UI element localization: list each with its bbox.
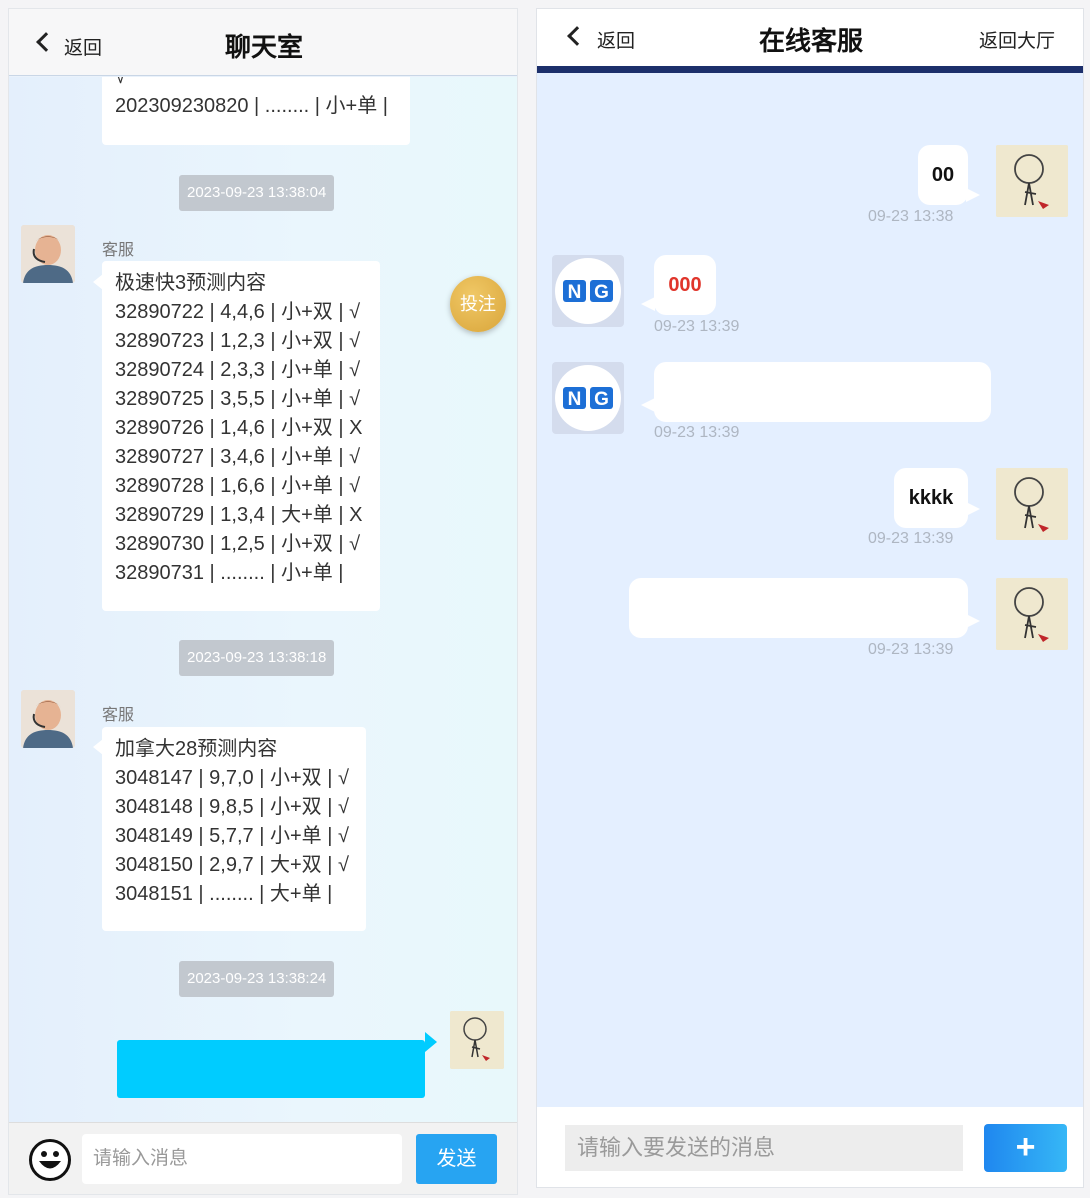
page-title: 聊天室: [224, 32, 303, 62]
message-bubble: [654, 362, 991, 422]
message-line: 32890731 | ........ | 小+单 |: [115, 562, 344, 584]
input-bar: 请输入要发送的消息 +: [537, 1107, 1083, 1187]
header-divider: [537, 66, 1083, 73]
message-input[interactable]: 请输入消息: [82, 1134, 402, 1184]
svg-text:G: G: [594, 389, 609, 410]
agent-avatar[interactable]: [21, 225, 75, 283]
svg-text:G: G: [594, 282, 609, 303]
sender-name: 客服: [102, 707, 135, 724]
bubble-tail: [641, 398, 655, 412]
user-avatar[interactable]: [996, 145, 1068, 217]
message-line: 32890726 | 1,4,6 | 小+双 | X: [115, 417, 363, 439]
message-line: 32890728 | 1,6,6 | 小+单 | √: [115, 475, 361, 497]
agent-avatar[interactable]: N G: [552, 362, 624, 434]
bubble-tail: [966, 614, 980, 628]
agent-avatar[interactable]: N G: [552, 255, 624, 327]
message-time: 09-23 13:38: [868, 208, 954, 225]
emoji-icon[interactable]: [29, 1139, 71, 1181]
user-avatar[interactable]: [996, 468, 1068, 540]
timestamp-text: 2023-09-23 13:38:18: [179, 640, 335, 676]
timestamp-pill: 2023-09-23 13:38:04: [179, 175, 335, 211]
svg-text:N: N: [568, 389, 582, 410]
send-button[interactable]: 发送: [416, 1134, 497, 1184]
ng-logo-icon: N G: [555, 258, 621, 324]
sender-name: 客服: [102, 242, 135, 259]
message-line: 32890727 | 3,4,6 | 小+单 | √: [115, 446, 361, 468]
message-line: 3048149 | 5,7,7 | 小+单 | √: [115, 825, 349, 847]
timestamp-text: 2023-09-23 13:38:04: [179, 175, 335, 211]
bubble-tail: [966, 188, 980, 202]
message-input[interactable]: 请输入要发送的消息: [565, 1125, 963, 1171]
message-line: 3048148 | 9,8,5 | 小+双 | √: [115, 796, 349, 818]
message-bubble: 极速快3预测内容 32890722 | 4,4,6 | 小+双 | √ 3289…: [102, 261, 380, 611]
message-bubble: √ 202309230820 | ........ | 小+单 |: [102, 77, 410, 145]
message-line: 32890725 | 3,5,5 | 小+单 | √: [115, 388, 361, 410]
message-line: √: [115, 77, 126, 88]
bubble-tail: [966, 502, 980, 516]
message-bubble: 000: [654, 255, 716, 315]
message-bubble: kkkk: [894, 468, 968, 528]
customer-service-header: 返回 在线客服 返回大厅: [537, 9, 1083, 67]
message-line: 202309230820 | ........ | 小+单 |: [115, 95, 388, 117]
customer-service-panel: 返回 在线客服 返回大厅 00 09-23 13:38 N G 000 09-2…: [536, 8, 1084, 1188]
timestamp-pill: 2023-09-23 13:38:18: [179, 640, 335, 676]
timestamp-pill: 2023-09-23 13:38:24: [179, 961, 335, 997]
message-line: 3048151 | ........ | 大+单 |: [115, 883, 333, 905]
back-to-lobby-button[interactable]: 返回大厅: [979, 26, 1055, 53]
message-bubble: 00: [918, 145, 968, 205]
plus-button[interactable]: +: [984, 1124, 1067, 1172]
message-list[interactable]: √ 202309230820 | ........ | 小+单 | 2023-0…: [9, 77, 517, 1122]
input-bar: 请输入消息 发送: [9, 1122, 517, 1194]
user-avatar[interactable]: [996, 578, 1068, 650]
svg-text:N: N: [568, 282, 582, 303]
message-line: 极速快3预测内容: [115, 272, 267, 294]
message-line: 32890729 | 1,3,4 | 大+单 | X: [115, 504, 363, 526]
bubble-tail: [641, 297, 655, 311]
bet-button[interactable]: 投注: [450, 276, 506, 332]
message-time: 09-23 13:39: [868, 641, 954, 658]
message-bubble: 加拿大28预测内容 3048147 | 9,7,0 | 小+双 | √ 3048…: [102, 727, 366, 931]
message-line: 加拿大28预测内容: [115, 738, 278, 760]
timestamp-text: 2023-09-23 13:38:24: [179, 961, 335, 997]
message-line: 3048147 | 9,7,0 | 小+双 | √: [115, 767, 349, 789]
message-line: 3048150 | 2,9,7 | 大+双 | √: [115, 854, 349, 876]
bubble-tail: [425, 1032, 437, 1052]
message-time: 09-23 13:39: [868, 530, 954, 547]
message-line: 32890730 | 1,2,5 | 小+双 | √: [115, 533, 361, 555]
user-avatar[interactable]: [450, 1011, 504, 1069]
message-bubble: [629, 578, 968, 638]
ng-logo-icon: N G: [555, 365, 621, 431]
my-message-bubble: [117, 1040, 425, 1098]
agent-avatar[interactable]: [21, 690, 75, 748]
message-time: 09-23 13:39: [654, 318, 740, 335]
message-time: 09-23 13:39: [654, 424, 740, 441]
message-line: 32890724 | 2,3,3 | 小+单 | √: [115, 359, 361, 381]
chat-room-panel: 返回 聊天室 √ 202309230820 | ........ | 小+单 |…: [8, 8, 518, 1195]
chat-room-header: 返回 聊天室: [9, 9, 517, 76]
message-line: 32890723 | 1,2,3 | 小+双 | √: [115, 330, 361, 352]
message-line: 32890722 | 4,4,6 | 小+双 | √: [115, 301, 361, 323]
